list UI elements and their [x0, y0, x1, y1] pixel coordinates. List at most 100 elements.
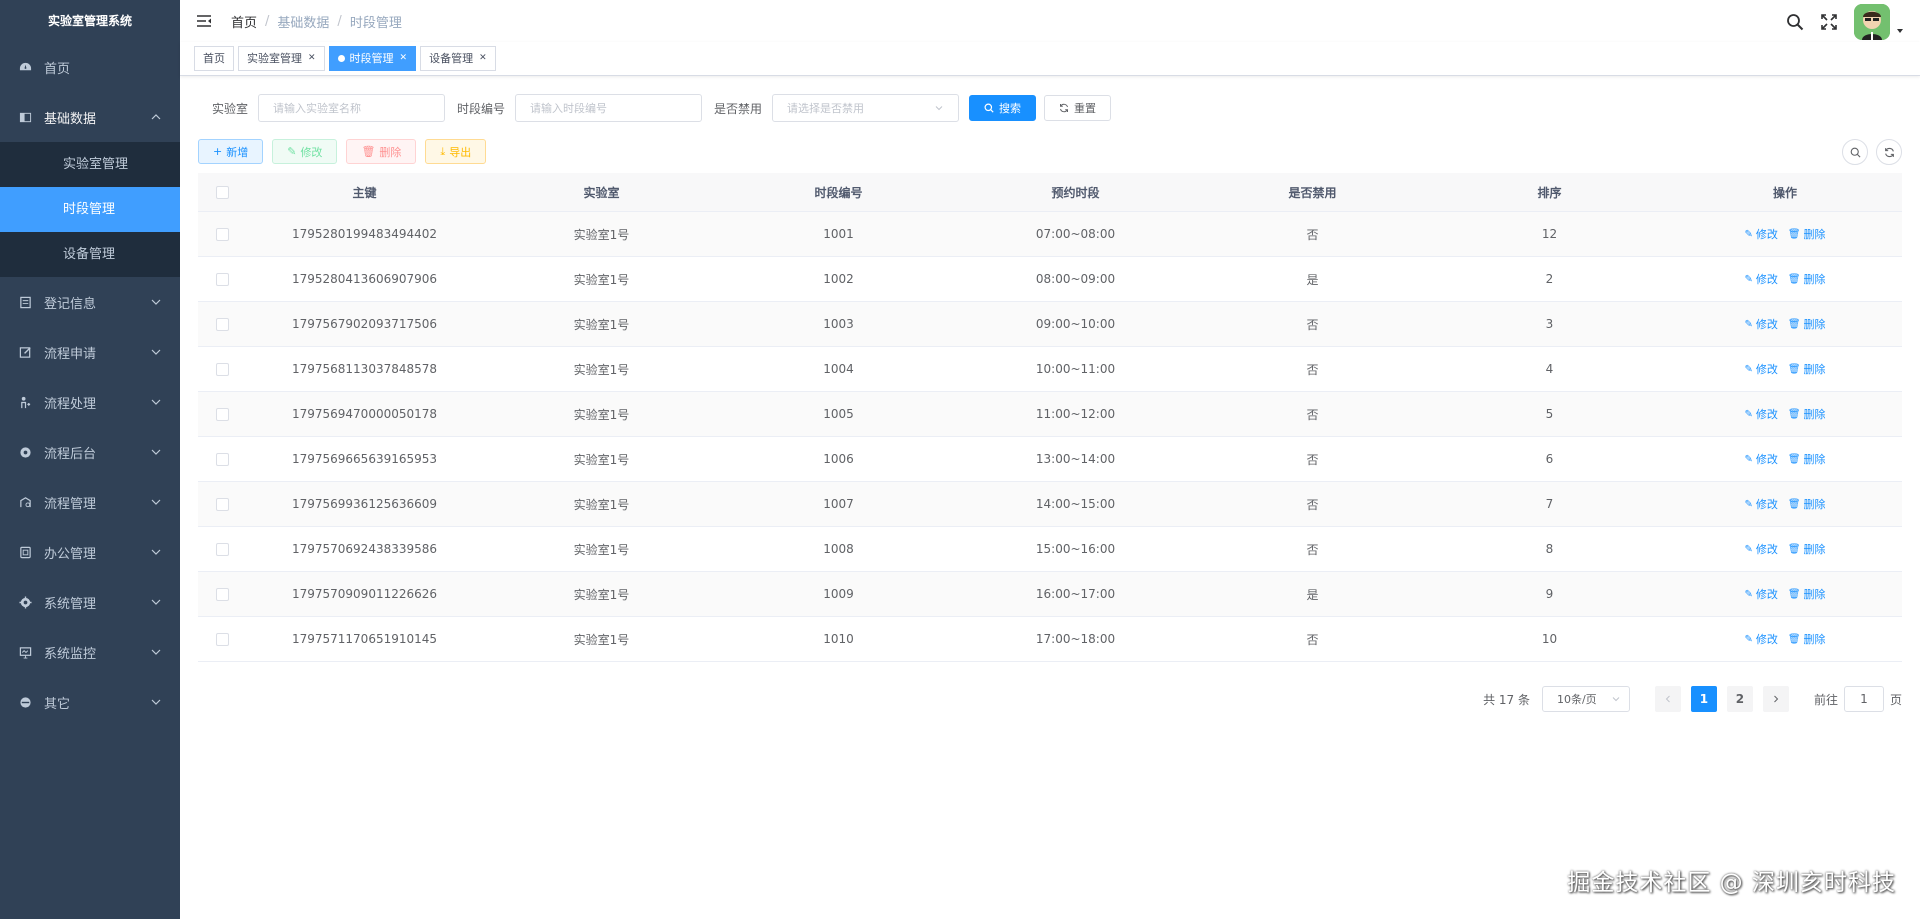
caret-down-icon[interactable] [1896, 27, 1904, 35]
avatar[interactable] [1854, 4, 1890, 40]
edit-icon: ✎ [1744, 318, 1753, 330]
row-edit-link[interactable]: ✎ 修改 [1744, 541, 1777, 557]
row-delete-label: 删除 [1803, 588, 1826, 601]
menu-fold-icon[interactable] [195, 12, 213, 30]
tag-time-slot-management[interactable]: 时段管理 ✕ [328, 46, 417, 71]
chevron-down-icon [151, 499, 161, 505]
row-checkbox[interactable] [215, 542, 229, 556]
sidebar-item-device-management[interactable]: 设备管理 [0, 232, 180, 277]
toggle-search-button[interactable] [1842, 139, 1868, 165]
table-row[interactable]: 1797570692438339586 实验室1号 1008 15:00~16:00 否… [198, 527, 1902, 572]
edit-button[interactable]: ✎ 修改 [272, 139, 338, 164]
sidebar-item-other[interactable]: 其它 [0, 677, 180, 727]
prev-page-button[interactable] [1654, 686, 1681, 712]
settings-icon [18, 445, 32, 459]
cell-sort: 9 [1545, 587, 1554, 601]
cell-slot-code: 1008 [823, 542, 854, 556]
sidebar-item-lab-management[interactable]: 实验室管理 [0, 142, 180, 187]
fullscreen-icon[interactable] [1820, 13, 1838, 31]
refresh-button[interactable] [1876, 139, 1902, 165]
row-edit-link[interactable]: ✎ 修改 [1744, 226, 1777, 242]
tag-lab-management[interactable]: 实验室管理 ✕ [238, 46, 325, 71]
row-checkbox[interactable] [215, 362, 229, 376]
table-row[interactable]: 1797567902093717506 实验室1号 1003 09:00~10:00 否… [198, 302, 1902, 347]
row-edit-link[interactable]: ✎ 修改 [1744, 631, 1777, 647]
row-edit-link[interactable]: ✎ 修改 [1744, 586, 1777, 602]
row-checkbox[interactable] [215, 632, 229, 646]
header-slot-code: 时段编号 [814, 185, 863, 200]
sidebar: 实验室管理系统 首页 基础数据 实验室管理 时段管理 设备管理 登记信息 流程申… [0, 0, 180, 919]
cell-time-slot: 10:00~11:00 [1035, 362, 1116, 376]
breadcrumb-home[interactable]: 首页 [231, 12, 257, 31]
row-edit-link[interactable]: ✎ 修改 [1744, 406, 1777, 422]
row-delete-link[interactable]: 🗑 删除 [1788, 271, 1826, 287]
sidebar-item-process-handle[interactable]: 流程处理 [0, 377, 180, 427]
header-disabled: 是否禁用 [1288, 185, 1337, 200]
select-all-checkbox[interactable] [215, 185, 229, 199]
sidebar-item-process-management[interactable]: 流程管理 [0, 477, 180, 527]
reset-button[interactable]: 重置 [1044, 95, 1112, 121]
goto-page-input[interactable]: 1 [1843, 686, 1884, 712]
row-checkbox[interactable] [215, 317, 229, 331]
sidebar-item-process-backend[interactable]: 流程后台 [0, 427, 180, 477]
row-checkbox[interactable] [215, 407, 229, 421]
row-checkbox[interactable] [215, 272, 229, 286]
cell-disabled: 否 [1306, 497, 1319, 512]
row-delete-link[interactable]: 🗑 删除 [1788, 226, 1826, 242]
table-row[interactable]: 1795280413606907906 实验室1号 1002 08:00~09:00 是… [198, 257, 1902, 302]
delete-button[interactable]: 🗑 删除 [346, 139, 417, 164]
row-delete-link[interactable]: 🗑 删除 [1788, 586, 1826, 602]
row-delete-link[interactable]: 🗑 删除 [1788, 496, 1826, 512]
cell-slot-code: 1010 [823, 632, 854, 646]
row-edit-link[interactable]: ✎ 修改 [1744, 361, 1777, 377]
close-icon[interactable]: ✕ [400, 47, 408, 70]
table-row[interactable]: 1797569665639165953 实验室1号 1006 13:00~14:00 否… [198, 437, 1902, 482]
table-row[interactable]: 1797569470000050178 实验室1号 1005 11:00~12:00 否… [198, 392, 1902, 437]
row-checkbox[interactable] [215, 452, 229, 466]
row-checkbox[interactable] [215, 497, 229, 511]
row-checkbox[interactable] [215, 227, 229, 241]
cell-disabled: 是 [1306, 272, 1319, 287]
row-delete-link[interactable]: 🗑 删除 [1788, 361, 1826, 377]
table-row[interactable]: 1795280199483494402 实验室1号 1001 07:00~08:00 否… [198, 212, 1902, 257]
row-checkbox[interactable] [215, 587, 229, 601]
sidebar-item-system-monitor[interactable]: 系统监控 [0, 627, 180, 677]
header-actions: 操作 [1772, 185, 1797, 200]
sidebar-item-basic-data[interactable]: 基础数据 [0, 92, 180, 142]
export-button[interactable]: ⤓ 导出 [425, 139, 487, 164]
sidebar-item-registration[interactable]: 登记信息 [0, 277, 180, 327]
lab-name-input[interactable]: 请输入实验室名称 [258, 94, 446, 122]
disabled-select[interactable]: 请选择是否禁用 [772, 94, 960, 122]
row-edit-link[interactable]: ✎ 修改 [1744, 271, 1777, 287]
next-page-button[interactable] [1762, 686, 1789, 712]
close-icon[interactable]: ✕ [479, 47, 487, 70]
page-2-button[interactable]: 2 [1726, 686, 1753, 712]
sidebar-item-process-apply[interactable]: 流程申请 [0, 327, 180, 377]
row-delete-link[interactable]: 🗑 删除 [1788, 316, 1826, 332]
sidebar-item-home[interactable]: 首页 [0, 42, 180, 92]
tag-device-management[interactable]: 设备管理 ✕ [420, 46, 496, 71]
row-delete-link[interactable]: 🗑 删除 [1788, 451, 1826, 467]
sidebar-item-system-management[interactable]: 系统管理 [0, 577, 180, 627]
table-row[interactable]: 1797568113037848578 实验室1号 1004 10:00~11:00 否… [198, 347, 1902, 392]
table-row[interactable]: 1797571170651910145 实验室1号 1010 17:00~18:00 否… [198, 617, 1902, 662]
row-delete-link[interactable]: 🗑 删除 [1788, 406, 1826, 422]
table-row[interactable]: 1797569936125636609 实验室1号 1007 14:00~15:00 否… [198, 482, 1902, 527]
add-button[interactable]: + 新增 [198, 139, 264, 164]
search-icon[interactable] [1786, 13, 1804, 31]
sidebar-item-office-management[interactable]: 办公管理 [0, 527, 180, 577]
row-delete-link[interactable]: 🗑 删除 [1788, 631, 1826, 647]
table-row[interactable]: 1797570909011226626 实验室1号 1009 16:00~17:00 是… [198, 572, 1902, 617]
slot-code-input[interactable]: 请输入时段编号 [515, 94, 703, 122]
page-size-select[interactable]: 10条/页 [1541, 686, 1630, 712]
process-icon [18, 395, 32, 409]
row-edit-link[interactable]: ✎ 修改 [1744, 451, 1777, 467]
page-1-button[interactable]: 1 [1690, 686, 1717, 712]
row-delete-link[interactable]: 🗑 删除 [1788, 541, 1826, 557]
search-button[interactable]: 搜索 [969, 95, 1037, 121]
tag-home[interactable]: 首页 [194, 46, 234, 71]
row-edit-link[interactable]: ✎ 修改 [1744, 496, 1777, 512]
sidebar-item-time-slot-management[interactable]: 时段管理 [0, 187, 180, 232]
close-icon[interactable]: ✕ [308, 47, 316, 70]
row-edit-link[interactable]: ✎ 修改 [1744, 316, 1777, 332]
